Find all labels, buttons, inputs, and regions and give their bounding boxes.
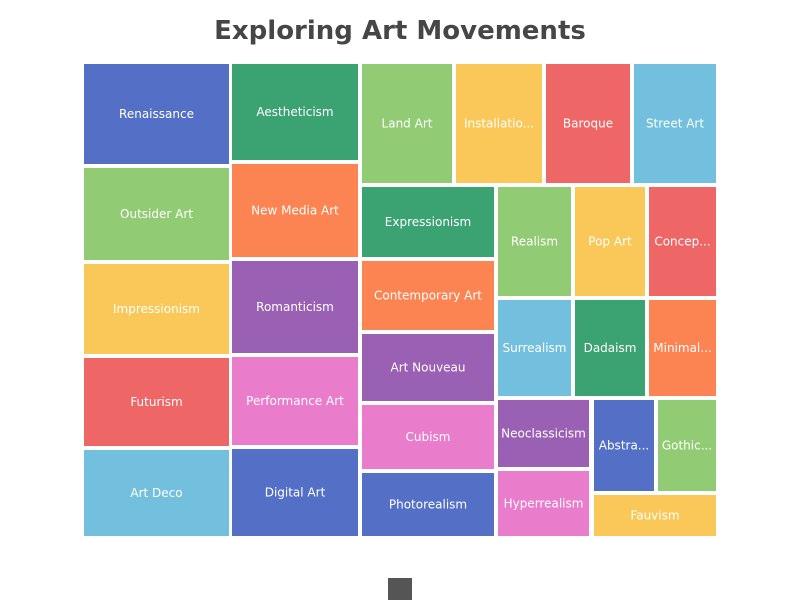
treemap-tile[interactable]: Pop Art — [575, 187, 645, 296]
treemap-tile[interactable]: Renaissance — [84, 64, 229, 164]
treemap-tile[interactable]: Dadaism — [575, 300, 645, 396]
treemap-tile-label: Cubism — [406, 430, 451, 444]
treemap-tile-label: Art Nouveau — [390, 361, 465, 375]
treemap-tile[interactable]: Photorealism — [362, 473, 494, 536]
treemap-tile[interactable]: Romanticism — [232, 261, 358, 353]
treemap-tile-label: Expressionism — [385, 215, 471, 229]
treemap-tile[interactable]: Realism — [498, 187, 571, 296]
treemap-tile-label: Land Art — [382, 117, 433, 131]
treemap-tile[interactable]: Baroque — [546, 64, 630, 183]
treemap-chart: Renaissance Outsider Art Impressionism Futu… — [84, 64, 716, 536]
treemap-tile-label: Impressionism — [113, 302, 200, 316]
treemap-tile-label: Contemporary Art — [374, 289, 482, 303]
treemap-tile-label: Aestheticism — [256, 105, 333, 119]
treemap-tile-label: Outsider Art — [120, 207, 193, 221]
treemap-tile-label: New Media Art — [251, 204, 339, 218]
treemap-tile-label: Romanticism — [256, 300, 334, 314]
treemap-tile[interactable]: Cubism — [362, 405, 494, 469]
treemap-tile-label: Concep... — [654, 235, 710, 249]
treemap-tile-label: Abstra... — [599, 439, 650, 453]
treemap-tile[interactable]: Fauvism — [594, 495, 716, 536]
treemap-tile[interactable]: Art Nouveau — [362, 334, 494, 401]
treemap-tile-label: Futurism — [130, 395, 182, 409]
treemap-tile[interactable]: Impressionism — [84, 264, 229, 354]
treemap-tile-label: Realism — [511, 235, 558, 249]
treemap-tile[interactable]: Neoclassicism — [498, 400, 589, 467]
treemap-tile[interactable]: Concep... — [649, 187, 716, 296]
treemap-tile[interactable]: Aestheticism — [232, 64, 358, 160]
treemap-tile[interactable]: Gothic... — [658, 400, 716, 491]
treemap-tile-label: Renaissance — [119, 107, 194, 121]
treemap-tile-label: Street Art — [646, 117, 704, 131]
treemap-tile-label: Installatio... — [464, 117, 534, 131]
legend-marker[interactable] — [388, 578, 412, 600]
treemap-tile[interactable]: Expressionism — [362, 187, 494, 257]
treemap-tile-label: Neoclassicism — [501, 427, 586, 441]
treemap-tile-label: Photorealism — [389, 498, 467, 512]
treemap-tile[interactable]: Land Art — [362, 64, 452, 183]
treemap-tile-label: Art Deco — [130, 486, 182, 500]
treemap-tile-label: Performance Art — [246, 394, 344, 408]
treemap-tile[interactable]: New Media Art — [232, 164, 358, 257]
treemap-tile[interactable]: Outsider Art — [84, 168, 229, 260]
treemap-tile[interactable]: Hyperrealism — [498, 471, 589, 536]
treemap-tile-label: Surrealism — [503, 341, 567, 355]
treemap-tile[interactable]: Performance Art — [232, 357, 358, 445]
treemap-tile-label: Fauvism — [630, 509, 679, 523]
treemap-tile-label: Hyperrealism — [504, 497, 584, 511]
treemap-tile[interactable]: Digital Art — [232, 449, 358, 536]
treemap-tile[interactable]: Minimal... — [649, 300, 716, 396]
treemap-tile-label: Dadaism — [584, 341, 637, 355]
treemap-tile-label: Digital Art — [265, 486, 326, 500]
treemap-tile-label: Baroque — [563, 117, 613, 131]
treemap-tile-label: Gothic... — [662, 439, 712, 453]
treemap-tile-label: Minimal... — [653, 341, 711, 355]
treemap-tile-label: Pop Art — [588, 235, 632, 249]
treemap-tile[interactable]: Contemporary Art — [362, 261, 494, 330]
treemap-tile[interactable]: Futurism — [84, 358, 229, 446]
treemap-tile[interactable]: Surrealism — [498, 300, 571, 396]
treemap-tile[interactable]: Abstra... — [594, 400, 654, 491]
treemap-tile[interactable]: Street Art — [634, 64, 716, 183]
treemap-tile[interactable]: Installatio... — [456, 64, 542, 183]
treemap-tile[interactable]: Art Deco — [84, 450, 229, 536]
